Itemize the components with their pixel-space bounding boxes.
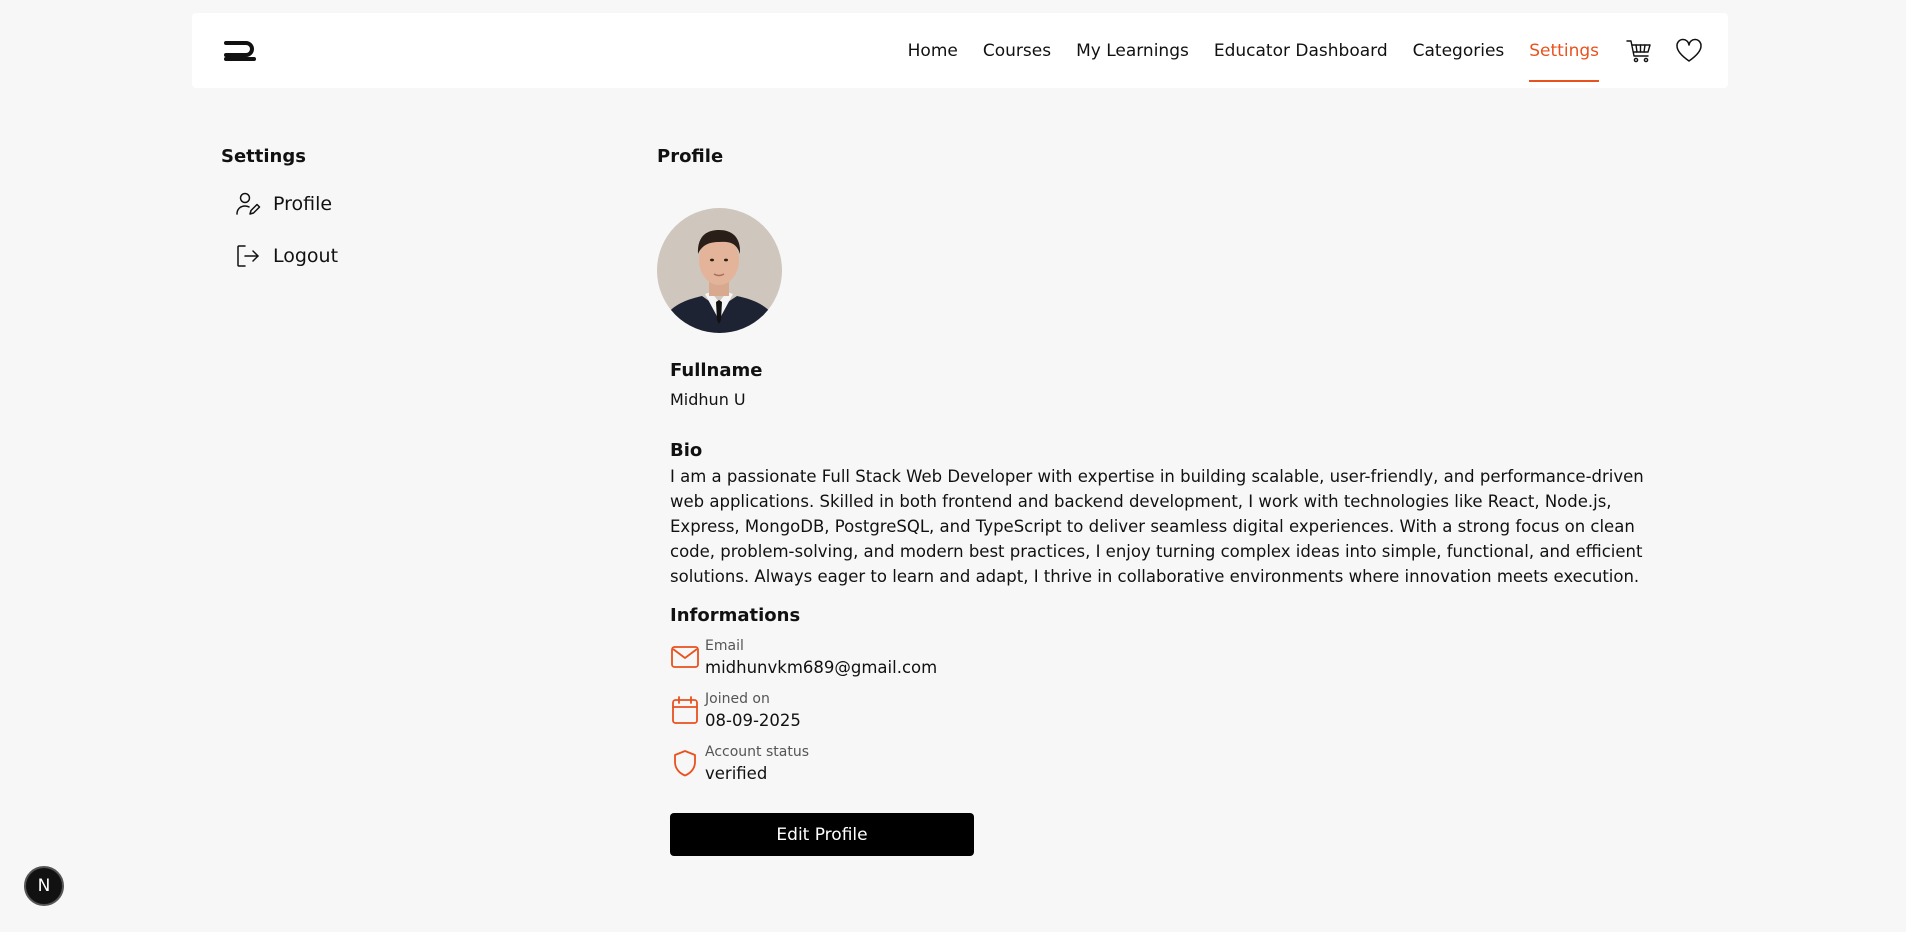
logo[interactable] <box>222 37 258 63</box>
profile-section: Profile Fullname Midhun U Bio I am a pas… <box>657 146 1677 856</box>
cart-icon[interactable] <box>1624 36 1654 66</box>
bio-block: Bio I am a passionate Full Stack Web Dev… <box>670 440 1670 589</box>
fullname-label: Fullname <box>670 360 763 381</box>
nav-my-learnings[interactable]: My Learnings <box>1076 13 1189 88</box>
n-badge[interactable]: N <box>24 866 64 906</box>
shield-icon <box>670 748 700 778</box>
sidebar-item-logout[interactable]: Logout <box>221 241 601 271</box>
calendar-icon <box>670 695 700 725</box>
bio-label: Bio <box>670 440 703 461</box>
informations-title: Informations <box>670 605 801 626</box>
sidebar-item-label: Logout <box>273 245 339 267</box>
user-edit-icon <box>235 191 261 217</box>
nav-courses[interactable]: Courses <box>983 13 1051 88</box>
bio-text: I am a passionate Full Stack Web Develop… <box>670 467 1644 586</box>
settings-sidebar: Settings Profile Logout <box>221 146 601 293</box>
fullname-value: Midhun U <box>670 390 746 409</box>
mail-icon <box>670 642 700 672</box>
info-value: midhunvkm689@gmail.com <box>705 658 938 677</box>
sidebar-item-profile[interactable]: Profile <box>221 189 601 219</box>
info-value: verified <box>705 764 768 783</box>
logout-icon <box>235 243 261 269</box>
info-account-status: Account status verified <box>670 744 1670 783</box>
nav-home[interactable]: Home <box>908 13 958 88</box>
sidebar-item-label: Profile <box>273 193 333 215</box>
nav-educator-dashboard[interactable]: Educator Dashboard <box>1214 13 1388 88</box>
edit-profile-button[interactable]: Edit Profile <box>670 813 974 856</box>
top-navbar: Home Courses My Learnings Educator Dashb… <box>192 13 1728 88</box>
info-value: 08-09-2025 <box>705 711 801 730</box>
page-title: Profile <box>657 146 724 167</box>
sidebar-title: Settings <box>221 146 306 167</box>
nav-settings[interactable]: Settings <box>1529 13 1599 88</box>
nav-categories[interactable]: Categories <box>1413 13 1505 88</box>
nav-links: Home Courses My Learnings Educator Dashb… <box>908 13 1704 88</box>
heart-icon[interactable] <box>1674 36 1704 66</box>
info-label: Joined on <box>705 691 770 707</box>
profile-fields: Fullname Midhun U Bio I am a passionate … <box>670 360 1670 856</box>
info-email: Email midhunvkm689@gmail.com <box>670 638 1670 677</box>
info-label: Account status <box>705 744 809 760</box>
info-joined: Joined on 08-09-2025 <box>670 691 1670 730</box>
info-label: Email <box>705 638 744 654</box>
avatar <box>657 208 782 333</box>
